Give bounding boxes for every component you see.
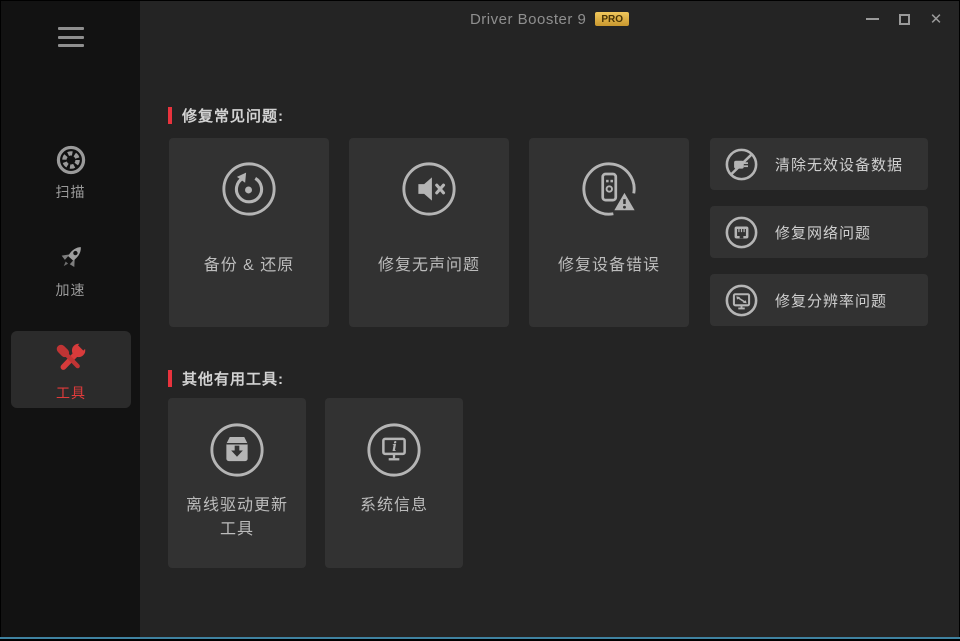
button-clean-invalid-device-data[interactable]: 清除无效设备数据 xyxy=(710,138,928,190)
offline-driver-updater-icon xyxy=(208,421,266,479)
card-system-info[interactable]: i 系统信息 xyxy=(325,398,463,568)
close-icon: ✕ xyxy=(930,12,943,27)
maximize-icon xyxy=(899,14,910,25)
side-button-label: 修复网络问题 xyxy=(775,222,871,243)
hamburger-menu-icon[interactable] xyxy=(47,24,95,50)
sidebar: 扫描 加速 xyxy=(1,1,140,637)
button-fix-resolution[interactable]: 修复分辨率问题 xyxy=(710,274,928,326)
card-fix-device-error[interactable]: 修复设备错误 xyxy=(529,138,689,327)
pro-badge: PRO xyxy=(595,12,629,26)
main-content: Driver Booster 9 PRO ✕ 修复常见问题: xyxy=(140,1,959,637)
system-info-icon: i xyxy=(365,421,423,479)
tools-wrench-icon xyxy=(52,340,90,378)
card-label: 修复设备错误 xyxy=(529,254,689,278)
section-header-common-fixes: 修复常见问题: xyxy=(168,105,284,126)
titlebar: Driver Booster 9 PRO xyxy=(140,1,959,37)
other-tools-cards: 离线驱动更新工具 i 系统信息 xyxy=(168,398,463,568)
section-header-other-tools: 其他有用工具: xyxy=(168,368,284,389)
section-title: 修复常见问题: xyxy=(182,105,284,126)
svg-text:i: i xyxy=(392,439,397,454)
button-fix-network[interactable]: 修复网络问题 xyxy=(710,206,928,258)
card-label: 离线驱动更新工具 xyxy=(168,494,306,542)
side-button-label: 清除无效设备数据 xyxy=(775,154,903,175)
app-title: Driver Booster 9 xyxy=(470,11,586,28)
common-fixes-side-buttons: 清除无效设备数据 修复网络问题 xyxy=(710,138,928,326)
fix-resolution-icon xyxy=(723,282,760,319)
side-button-label: 修复分辨率问题 xyxy=(775,290,887,311)
common-fixes-cards: 备份 & 还原 修复无声问题 xyxy=(169,138,689,327)
section-title: 其他有用工具: xyxy=(182,368,284,389)
sidebar-item-boost[interactable]: 加速 xyxy=(1,241,140,300)
card-label: 修复无声问题 xyxy=(349,254,509,278)
app-window: 扫描 加速 xyxy=(0,0,960,641)
sidebar-item-label: 扫描 xyxy=(56,182,86,202)
card-fix-no-sound[interactable]: 修复无声问题 xyxy=(349,138,509,327)
fix-network-icon xyxy=(723,214,760,251)
minimize-icon xyxy=(866,18,879,20)
maximize-button[interactable] xyxy=(893,8,915,30)
sidebar-item-tools[interactable]: 工具 xyxy=(11,331,131,408)
card-label: 备份 & 还原 xyxy=(169,254,329,278)
card-backup-restore[interactable]: 备份 & 还原 xyxy=(169,138,329,327)
fix-no-sound-icon xyxy=(400,160,458,218)
minimize-button[interactable] xyxy=(861,8,883,30)
sidebar-item-label: 加速 xyxy=(56,280,86,300)
clean-invalid-device-data-icon xyxy=(723,146,760,183)
card-offline-driver-updater[interactable]: 离线驱动更新工具 xyxy=(168,398,306,568)
accent-bar xyxy=(168,370,172,387)
accent-bar xyxy=(168,107,172,124)
card-label: 系统信息 xyxy=(325,494,463,518)
close-button[interactable]: ✕ xyxy=(925,8,947,30)
sidebar-item-scan[interactable]: 扫描 xyxy=(1,143,140,202)
rocket-boost-icon xyxy=(54,241,88,275)
backup-restore-icon xyxy=(220,160,278,218)
window-bottom-edge xyxy=(0,637,960,639)
scan-icon xyxy=(54,143,88,177)
window-controls: ✕ xyxy=(861,1,947,37)
sidebar-item-label: 工具 xyxy=(56,383,86,403)
fix-device-error-icon xyxy=(580,160,638,218)
